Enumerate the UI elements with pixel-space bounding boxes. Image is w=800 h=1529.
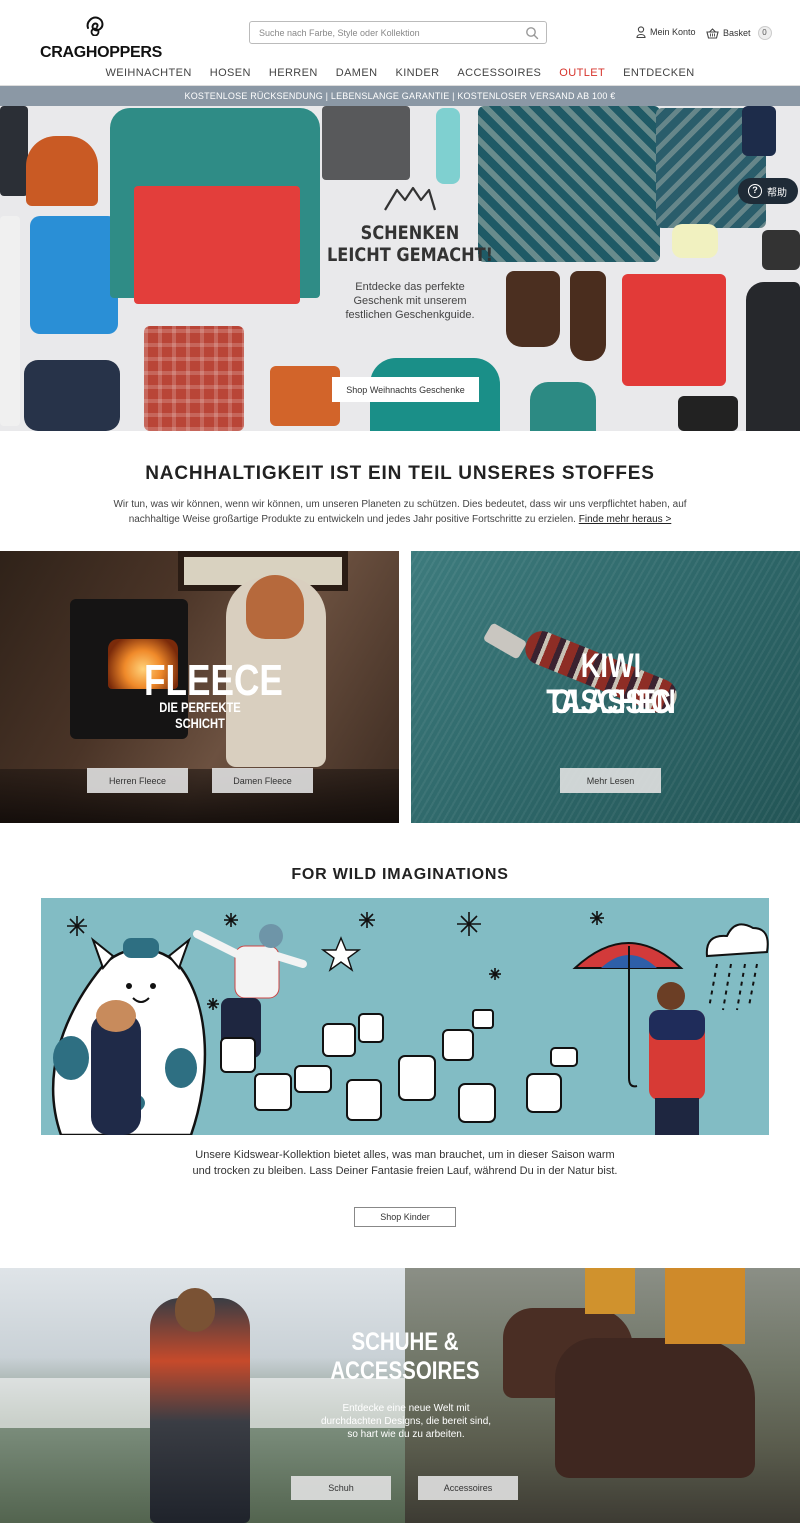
hero-product-image <box>622 274 726 386</box>
nav-item-damen[interactable]: DAMEN <box>327 64 387 84</box>
kids-section-title: FOR WILD IMAGINATIONS <box>291 866 509 883</box>
hero-product-image <box>506 271 560 347</box>
mountain-icon <box>384 186 437 211</box>
hero-product-image <box>678 396 738 431</box>
promo-bar: KOSTENLOSE RÜCKSENDUNG | LEBENSLANGE GAR… <box>0 86 800 106</box>
basket-count-badge: 0 <box>757 26 772 40</box>
user-icon <box>636 26 646 38</box>
hero-banner: SCHENKEN LEICHT GEMACHT! Entdecke das pe… <box>0 106 800 431</box>
logo-text: CRAGHOPPERS <box>40 44 163 61</box>
fleece-subtitle: DIE PERFEKTE SCHICHT <box>159 699 241 731</box>
basket-icon <box>706 27 719 39</box>
marshmallow-drawings <box>220 1009 578 1123</box>
help-icon: ? <box>748 184 762 198</box>
hero-product-image <box>144 326 244 431</box>
shoes-title-line2: ACCESSOIRES <box>330 1357 480 1385</box>
star-icon <box>320 936 362 972</box>
find-more-link[interactable]: Finde mehr heraus > <box>579 514 672 525</box>
search-icon[interactable] <box>525 26 539 40</box>
fleece-tile: FLEECE DIE PERFEKTE SCHICHT Herren Fleec… <box>0 551 399 823</box>
shoes-description: Entdecke eine neue Welt mit durchdachten… <box>320 1403 492 1440</box>
account-link[interactable]: Mein Konto <box>636 26 696 38</box>
woman-hair <box>246 575 304 639</box>
nav-item-herren[interactable]: HERREN <box>260 64 327 84</box>
hero-product-image <box>0 106 28 196</box>
hiker-face <box>175 1288 215 1332</box>
sustainability-section: NACHHALTIGKEIT IST EIN TEIL UNSERES STOF… <box>0 431 800 551</box>
nav-item-kinder[interactable]: KINDER <box>386 64 448 84</box>
rain-cloud-drawing <box>705 923 769 1011</box>
boot-right <box>555 1338 755 1478</box>
nav-item-entdecken[interactable]: ENTDECKEN <box>614 64 703 84</box>
sock-right <box>665 1268 745 1344</box>
fleece-title: FLEECE <box>144 656 283 705</box>
hero-subtitle-line2: Geschenk mit unserem <box>353 295 467 307</box>
kids-illustration <box>41 898 769 1135</box>
nav-item-outlet[interactable]: OUTLET <box>550 64 614 84</box>
sustainability-text: Wir tun, was wir können, wenn wir können… <box>100 497 700 527</box>
basket-label: Basket <box>723 28 751 38</box>
craghoppers-logo[interactable]: CRAGHOPPERS <box>40 14 162 64</box>
shop-accessories-button[interactable]: Accessoires <box>418 1476 518 1500</box>
help-chip[interactable]: ? 帮助 <box>738 178 798 204</box>
shop-shoes-button[interactable]: Schuh <box>291 1476 391 1500</box>
site-header: CRAGHOPPERS Mein Konto Basket 0 WEIHNACH… <box>0 0 800 86</box>
hero-message: SCHENKEN LEICHT GEMACHT! Entdecke das pe… <box>310 184 510 322</box>
kids-illustration-drawing <box>51 911 769 1135</box>
search-box <box>249 21 547 44</box>
help-label: 帮助 <box>767 187 787 199</box>
main-nav: WEIHNACHTEN HOSEN HERREN DAMEN KINDER AC… <box>0 64 800 84</box>
shop-kids-button[interactable]: Shop Kinder <box>354 1207 456 1227</box>
hero-product-image <box>322 106 410 180</box>
nav-item-weihnachten[interactable]: WEIHNACHTEN <box>96 64 200 84</box>
shoes-title-line1: SCHUHE & <box>351 1328 459 1356</box>
hero-product-image <box>762 230 800 270</box>
sock-left <box>585 1268 635 1314</box>
hero-product-image <box>270 366 340 426</box>
hero-title-line1: SCHENKEN <box>360 222 460 244</box>
hero-product-image <box>672 224 718 258</box>
sustainability-title: NACHHALTIGKEIT IST EIN TEIL UNSERES STOF… <box>145 463 655 484</box>
kiwi-title-line2: TASCHEN <box>546 683 676 721</box>
hero-subtitle-line1: Entdecke das perfekte <box>355 281 465 293</box>
hero-product-image <box>24 360 120 431</box>
hero-product-image <box>746 282 800 431</box>
hero-product-image <box>742 106 776 156</box>
shop-gifts-button[interactable]: Shop Weihnachts Geschenke <box>332 377 479 402</box>
account-label: Mein Konto <box>650 27 696 37</box>
hero-title-line2: LEICHT GEMACHT! <box>327 244 493 266</box>
hero-product-image <box>134 186 300 304</box>
hero-product-image <box>436 108 460 184</box>
hero-product-image <box>530 382 596 431</box>
floor-cushion <box>0 769 399 823</box>
kiwi-tile: KIWI CLASSIC TASCHEN Mehr Lesen <box>411 551 800 823</box>
hero-product-image <box>30 216 118 334</box>
nav-item-accessoires[interactable]: ACCESSOIRES <box>448 64 550 84</box>
men-fleece-button[interactable]: Herren Fleece <box>87 768 188 793</box>
kids-description: Unsere Kidswear-Kollektion bietet alles,… <box>192 1149 618 1177</box>
hiker-figure <box>150 1298 250 1523</box>
shoes-accessories-banner: SCHUHE & ACCESSOIRES Entdecke eine neue … <box>0 1268 800 1523</box>
women-fleece-button[interactable]: Damen Fleece <box>212 768 313 793</box>
hero-product-image <box>26 136 98 206</box>
basket-link[interactable]: Basket 0 <box>706 26 772 40</box>
hero-product-image <box>570 271 606 361</box>
hero-product-image <box>0 216 20 426</box>
kid-in-jacket-figure <box>649 982 705 1135</box>
hero-subtitle-line3: festlichen Geschenkguide. <box>345 309 475 321</box>
search-input[interactable] <box>259 22 519 43</box>
nav-item-hosen[interactable]: HOSEN <box>201 64 260 84</box>
read-more-button[interactable]: Mehr Lesen <box>560 768 661 793</box>
logo-mark-icon <box>86 16 104 36</box>
